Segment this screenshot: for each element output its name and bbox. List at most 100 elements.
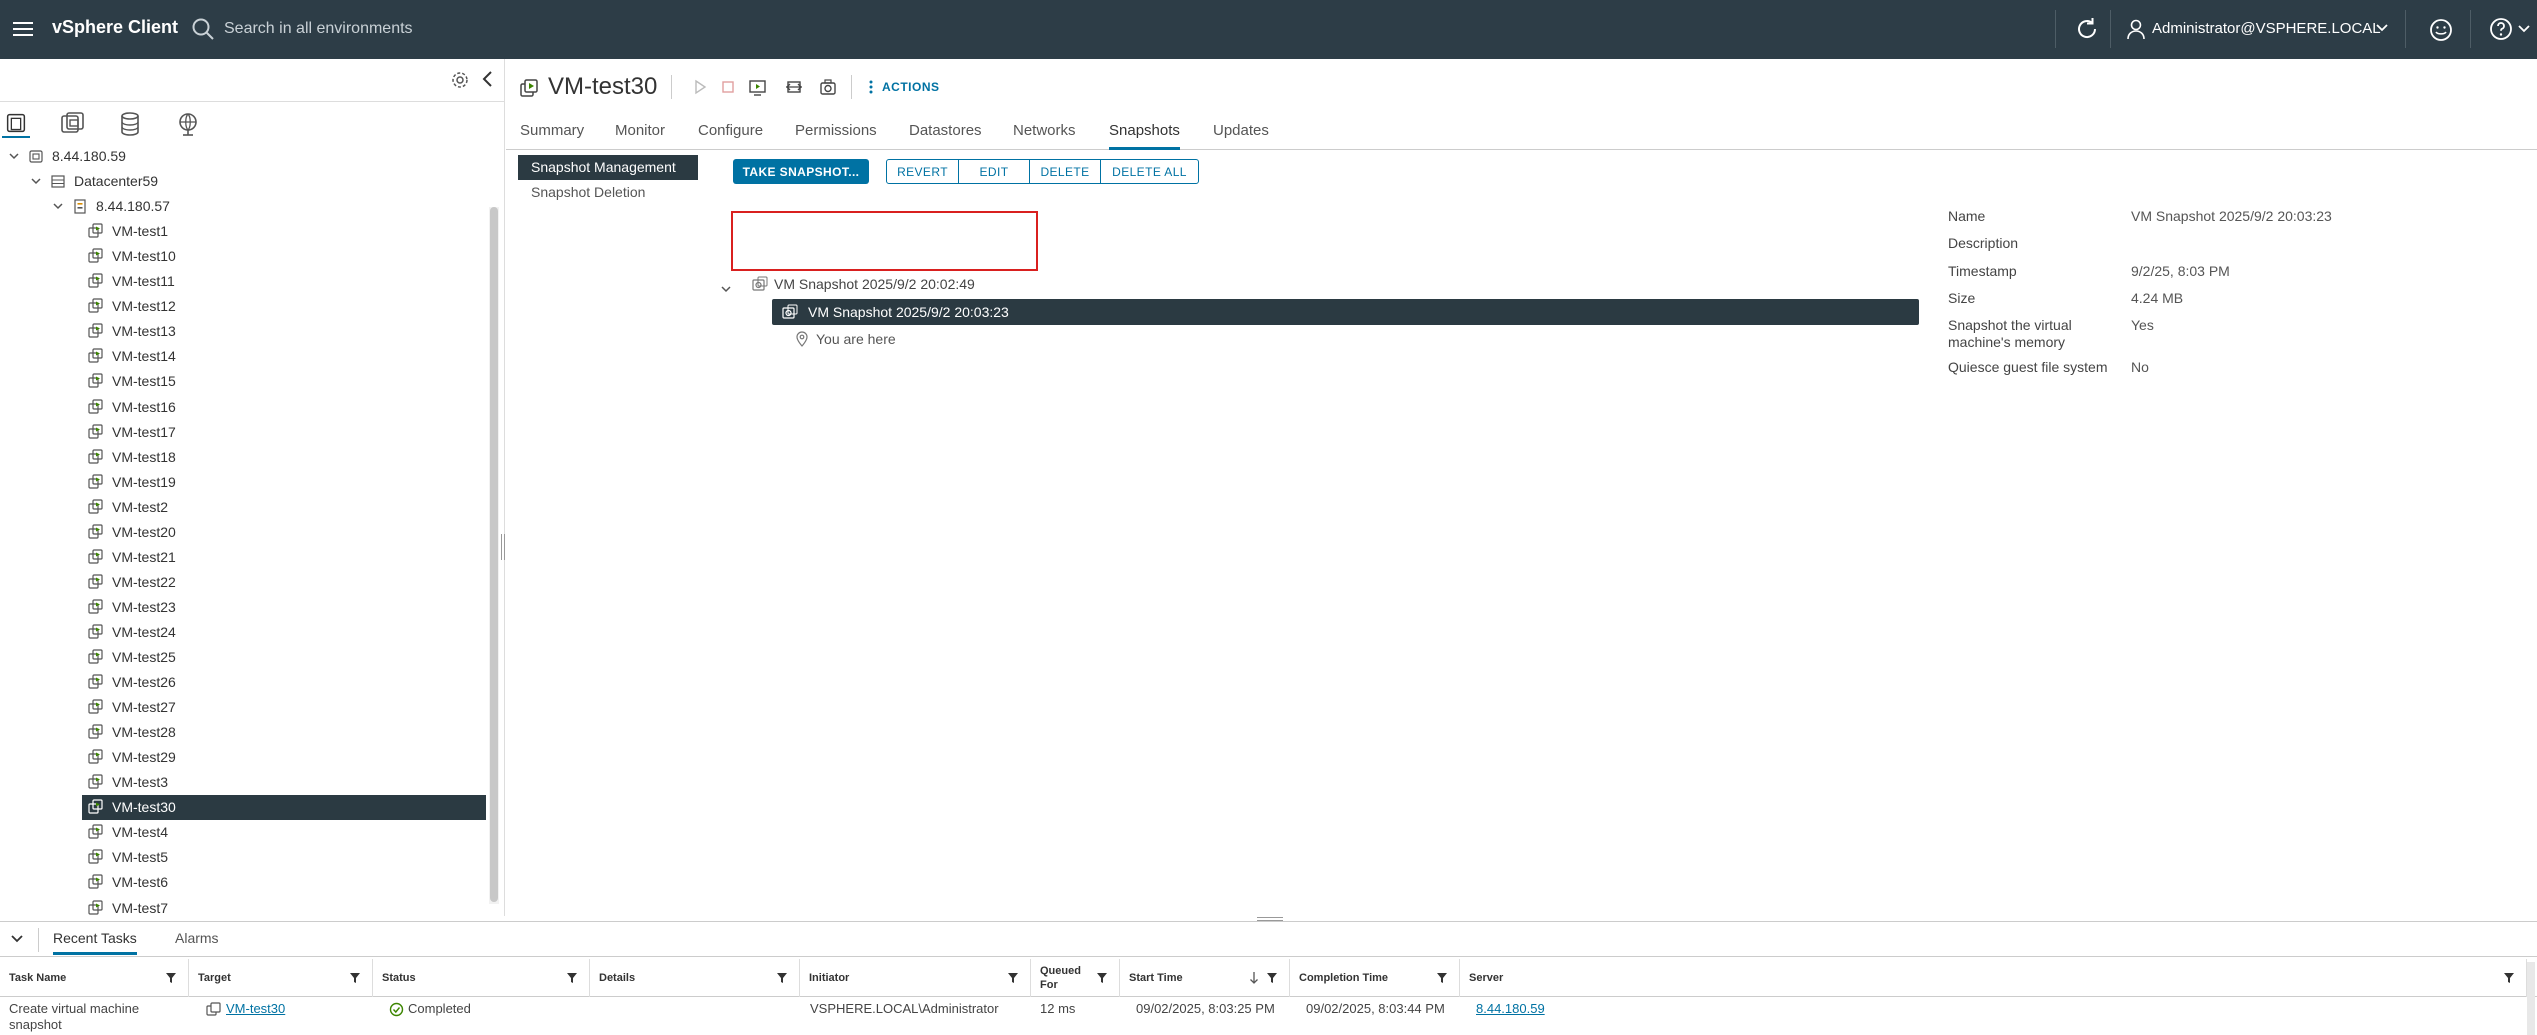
user-menu[interactable]: Administrator@VSPHERE.LOCAL bbox=[2152, 20, 2381, 37]
vms-and-templates-icon[interactable] bbox=[58, 110, 86, 138]
tree-item-vm-test18[interactable]: VM-test18 bbox=[0, 445, 488, 470]
table-row[interactable]: Create virtual machine snapshot VM-test3… bbox=[0, 998, 2537, 1035]
column-header-completion-time[interactable]: Completion Time bbox=[1290, 959, 1460, 997]
storage-icon[interactable] bbox=[116, 110, 144, 138]
feedback-smiley-icon[interactable] bbox=[2428, 17, 2454, 43]
migrate-icon[interactable] bbox=[784, 77, 804, 97]
tab-configure[interactable]: Configure bbox=[698, 122, 763, 150]
chevron-down-icon[interactable] bbox=[30, 175, 42, 187]
column-header-initiator[interactable]: Initiator bbox=[800, 959, 1031, 997]
tree-item-vm-test3[interactable]: VM-test3 bbox=[0, 770, 488, 795]
tree-item-vm-test20[interactable]: VM-test20 bbox=[0, 520, 488, 545]
tab-updates[interactable]: Updates bbox=[1213, 122, 1269, 150]
tasks-scrollbar[interactable] bbox=[2527, 962, 2535, 1035]
tree-item-vm-test4[interactable]: VM-test4 bbox=[0, 820, 488, 845]
scrollbar-thumb[interactable] bbox=[490, 207, 498, 902]
server-link[interactable]: 8.44.180.59 bbox=[1476, 1001, 1545, 1017]
help-icon[interactable] bbox=[2488, 16, 2514, 42]
tree-item-datacenter59[interactable]: Datacenter59 bbox=[0, 169, 488, 194]
tab-datastores[interactable]: Datastores bbox=[909, 122, 982, 150]
navigator-scrollbar[interactable] bbox=[489, 207, 499, 904]
tree-item-vm-test15[interactable]: VM-test15 bbox=[0, 369, 488, 394]
tree-item-vm-test2[interactable]: VM-test2 bbox=[0, 495, 488, 520]
snapshot-node-current[interactable]: VM Snapshot 2025/9/2 20:03:23 bbox=[772, 299, 1919, 325]
revert-button[interactable]: REVERT bbox=[887, 160, 959, 183]
user-icon[interactable] bbox=[2124, 17, 2148, 41]
column-header-queued-for[interactable]: Queued For bbox=[1031, 959, 1120, 997]
snapshot-node-parent[interactable]: VM Snapshot 2025/9/2 20:02:49 bbox=[750, 271, 1050, 297]
edit-button[interactable]: EDIT bbox=[959, 160, 1030, 183]
delete-all-button[interactable]: DELETE ALL bbox=[1101, 160, 1198, 183]
tab-snapshots[interactable]: Snapshots bbox=[1109, 122, 1180, 150]
tree-item-vm-test17[interactable]: VM-test17 bbox=[0, 420, 488, 445]
tree-item-vm-test27[interactable]: VM-test27 bbox=[0, 695, 488, 720]
filter-icon[interactable] bbox=[2503, 972, 2515, 984]
tree-item-vm-test30[interactable]: VM-test30 bbox=[0, 795, 488, 821]
subnav-snapshot-deletion[interactable]: Snapshot Deletion bbox=[518, 180, 698, 205]
chevron-down-icon[interactable] bbox=[2375, 21, 2389, 35]
gear-icon[interactable] bbox=[450, 70, 470, 90]
tab-monitor[interactable]: Monitor bbox=[615, 122, 665, 150]
delete-button[interactable]: DELETE bbox=[1030, 160, 1101, 183]
filter-icon[interactable] bbox=[1007, 972, 1019, 984]
tree-item-vm-test19[interactable]: VM-test19 bbox=[0, 470, 488, 495]
power-off-icon[interactable] bbox=[718, 77, 738, 97]
global-search-input[interactable]: Search in all environments bbox=[224, 20, 413, 38]
subnav-snapshot-management[interactable]: Snapshot Management bbox=[518, 155, 698, 180]
hamburger-menu-icon[interactable] bbox=[12, 18, 34, 40]
launch-console-icon[interactable] bbox=[748, 77, 768, 97]
chevron-down-icon[interactable] bbox=[8, 150, 20, 162]
search-icon[interactable] bbox=[190, 16, 216, 42]
filter-icon[interactable] bbox=[165, 972, 177, 984]
target-link[interactable]: VM-test30 bbox=[226, 1001, 285, 1017]
chevron-down-icon[interactable] bbox=[9, 931, 25, 947]
tree-item-vm-test13[interactable]: VM-test13 bbox=[0, 319, 488, 344]
tree-item-vm-test25[interactable]: VM-test25 bbox=[0, 645, 488, 670]
column-header-task-name[interactable]: Task Name bbox=[0, 959, 189, 997]
tree-item-vm-test26[interactable]: VM-test26 bbox=[0, 670, 488, 695]
tree-item-vm-test11[interactable]: VM-test11 bbox=[0, 269, 488, 294]
column-header-status[interactable]: Status bbox=[373, 959, 590, 997]
column-header-server[interactable]: Server bbox=[1460, 959, 2527, 997]
tree-item-vm-test28[interactable]: VM-test28 bbox=[0, 720, 488, 745]
navigator-resize-handle[interactable] bbox=[501, 534, 505, 560]
tree-item-vm-test12[interactable]: VM-test12 bbox=[0, 294, 488, 319]
tree-item-vm-test22[interactable]: VM-test22 bbox=[0, 570, 488, 595]
chevron-down-icon[interactable] bbox=[52, 200, 64, 212]
refresh-icon[interactable] bbox=[2073, 15, 2101, 43]
filter-icon[interactable] bbox=[349, 972, 361, 984]
tree-item-8-44-180-59[interactable]: 8.44.180.59 bbox=[0, 144, 488, 169]
filter-icon[interactable] bbox=[566, 972, 578, 984]
tree-item-vm-test14[interactable]: VM-test14 bbox=[0, 344, 488, 369]
tree-item-vm-test5[interactable]: VM-test5 bbox=[0, 845, 488, 870]
chevron-down-icon[interactable] bbox=[2517, 22, 2531, 36]
take-snapshot-icon[interactable] bbox=[818, 77, 838, 97]
power-on-icon[interactable] bbox=[690, 77, 710, 97]
networking-icon[interactable] bbox=[174, 110, 202, 138]
tab-summary[interactable]: Summary bbox=[520, 122, 584, 150]
column-header-start-time[interactable]: Start Time bbox=[1120, 959, 1290, 997]
tree-item-vm-test1[interactable]: VM-test1 bbox=[0, 219, 488, 244]
tree-item-vm-test16[interactable]: VM-test16 bbox=[0, 395, 488, 420]
tab-networks[interactable]: Networks bbox=[1013, 122, 1076, 150]
filter-icon[interactable] bbox=[1266, 972, 1278, 984]
hosts-and-clusters-icon[interactable] bbox=[2, 110, 30, 138]
tab-alarms[interactable]: Alarms bbox=[175, 930, 219, 955]
sort-descending-icon[interactable] bbox=[1248, 971, 1260, 985]
filter-icon[interactable] bbox=[776, 972, 788, 984]
tree-item-vm-test10[interactable]: VM-test10 bbox=[0, 244, 488, 269]
column-header-target[interactable]: Target bbox=[189, 959, 373, 997]
collapse-navigator-chevron-left-icon[interactable] bbox=[478, 69, 498, 89]
tree-item-vm-test6[interactable]: VM-test6 bbox=[0, 870, 488, 895]
take-snapshot-button[interactable]: TAKE SNAPSHOT... bbox=[733, 159, 869, 184]
tree-item-8-44-180-57[interactable]: 8.44.180.57 bbox=[0, 194, 488, 219]
column-header-details[interactable]: Details bbox=[590, 959, 800, 997]
tree-item-vm-test29[interactable]: VM-test29 bbox=[0, 745, 488, 770]
tab-recent-tasks[interactable]: Recent Tasks bbox=[53, 930, 137, 955]
filter-icon[interactable] bbox=[1436, 972, 1448, 984]
tree-item-vm-test23[interactable]: VM-test23 bbox=[0, 595, 488, 620]
app-title[interactable]: vSphere Client bbox=[52, 17, 178, 38]
chevron-down-icon[interactable] bbox=[720, 283, 732, 295]
tree-item-vm-test24[interactable]: VM-test24 bbox=[0, 620, 488, 645]
tree-item-vm-test7[interactable]: VM-test7 bbox=[0, 896, 488, 917]
